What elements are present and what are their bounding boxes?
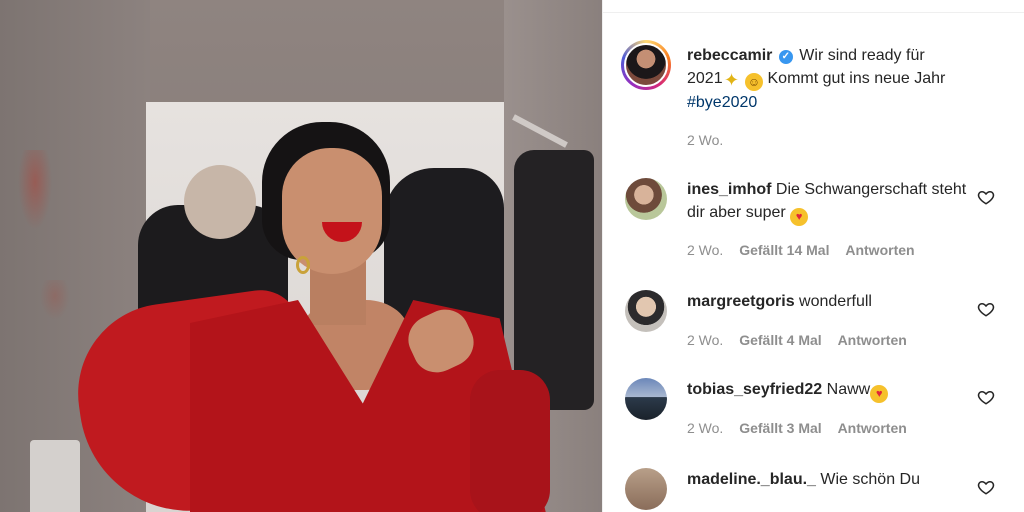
photo-dress-sleeve bbox=[470, 370, 550, 512]
divider bbox=[603, 12, 1024, 13]
comment-text: ines_imhof Die Schwangerschaft steht dir… bbox=[687, 178, 977, 226]
reply-button[interactable]: Antworten bbox=[845, 242, 914, 258]
commenter-username[interactable]: margreetgoris bbox=[687, 293, 795, 310]
caption-line2: Kommt gut ins neue Jahr bbox=[767, 70, 946, 87]
commenter-username[interactable]: ines_imhof bbox=[687, 181, 771, 198]
commenter-avatar[interactable] bbox=[625, 178, 667, 220]
comment-body: wonderfull bbox=[799, 293, 872, 310]
commenter-avatar[interactable] bbox=[625, 290, 667, 332]
heart-outline-icon[interactable] bbox=[977, 478, 995, 496]
comment-body: Wie schön Du bbox=[820, 471, 920, 488]
commenter-avatar[interactable] bbox=[625, 378, 667, 420]
post-photo[interactable] bbox=[0, 0, 602, 512]
comment-likes[interactable]: Gefällt 14 Mal bbox=[739, 242, 829, 258]
comment-likes[interactable]: Gefällt 3 Mal bbox=[739, 420, 821, 436]
caption-line1: Wir sind ready für bbox=[799, 47, 925, 64]
author-avatar-image bbox=[624, 43, 668, 87]
comment-text: madeline._blau._ Wie schön Du bbox=[687, 468, 977, 491]
comment-body: Naww bbox=[826, 381, 871, 398]
heart-outline-icon[interactable] bbox=[977, 388, 995, 406]
heart-eyes-emoji-icon: ♥ bbox=[870, 385, 889, 403]
post-timestamp[interactable]: 2 Wo. bbox=[687, 132, 723, 148]
hashtag-link[interactable]: #bye2020 bbox=[687, 94, 757, 111]
heart-outline-icon[interactable] bbox=[977, 300, 995, 318]
photo-earring bbox=[296, 256, 310, 274]
heart-eyes-emoji-icon: ♥ bbox=[790, 208, 809, 226]
caption-text: rebeccamir ✓ Wir sind ready für 2021✦ ☺ … bbox=[687, 44, 997, 114]
photo-person bbox=[0, 0, 602, 512]
commenter-username[interactable]: madeline._blau._ bbox=[687, 471, 816, 488]
author-username[interactable]: rebeccamir bbox=[687, 47, 772, 64]
sparkle-emoji-icon: ✦ bbox=[724, 70, 740, 90]
commenter-username[interactable]: tobias_seyfried22 bbox=[687, 381, 822, 398]
comment-time[interactable]: 2 Wo. bbox=[687, 242, 723, 258]
comment-text: margreetgoris wonderfull bbox=[687, 290, 977, 313]
author-avatar[interactable] bbox=[621, 40, 671, 90]
grinning-sweat-emoji-icon: ☺ bbox=[745, 73, 764, 91]
comments-panel: rebeccamir ✓ Wir sind ready für 2021✦ ☺ … bbox=[602, 0, 1024, 512]
comment-text: tobias_seyfried22 Naww ♥ bbox=[687, 378, 977, 403]
verified-badge-icon: ✓ bbox=[778, 50, 793, 64]
heart-outline-icon[interactable] bbox=[977, 188, 995, 206]
reply-button[interactable]: Antworten bbox=[838, 420, 907, 436]
commenter-avatar[interactable] bbox=[625, 468, 667, 510]
comment-time[interactable]: 2 Wo. bbox=[687, 420, 723, 436]
comment-meta: 2 Wo. Gefällt 3 Mal Antworten bbox=[687, 420, 919, 436]
comment-meta: 2 Wo. Gefällt 4 Mal Antworten bbox=[687, 332, 919, 348]
comment-time[interactable]: 2 Wo. bbox=[687, 332, 723, 348]
comment-meta: 2 Wo. Gefällt 14 Mal Antworten bbox=[687, 242, 927, 258]
comment-likes[interactable]: Gefällt 4 Mal bbox=[739, 332, 821, 348]
caption-year: 2021 bbox=[687, 70, 723, 87]
photo-face bbox=[282, 148, 382, 274]
reply-button[interactable]: Antworten bbox=[838, 332, 907, 348]
